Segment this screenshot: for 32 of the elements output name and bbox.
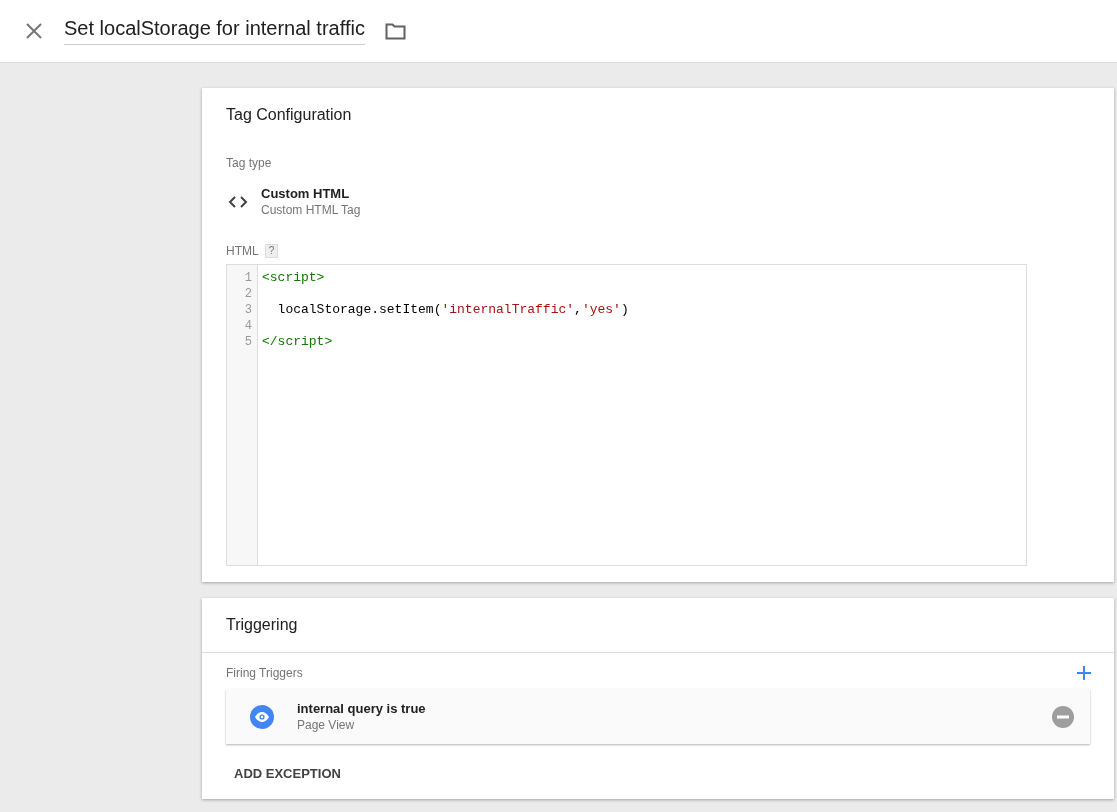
line-number: 2: [243, 286, 253, 302]
line-number: 4: [243, 318, 253, 334]
card-title: Triggering: [225, 615, 299, 634]
close-button[interactable]: [24, 21, 44, 41]
close-icon: [24, 21, 44, 41]
tag-type-description: Custom HTML Tag: [261, 203, 361, 217]
code-editor[interactable]: 1 2 3 4 5 <script> localStorage.setItem('internalTraffic','yes') </script>: [226, 264, 1027, 566]
eye-icon: [250, 704, 274, 729]
html-label: HTML: [226, 244, 259, 258]
trigger-item[interactable]: internal query is true Page View: [226, 689, 1090, 744]
trigger-name: internal query is true: [297, 701, 427, 716]
code-line: localStorage.setItem('internalTraffic','yes'): [276, 302, 629, 318]
help-button[interactable]: ?: [264, 244, 279, 258]
line-number: 1: [243, 270, 253, 286]
plus-icon: [1076, 665, 1092, 681]
add-trigger-button[interactable]: [1076, 665, 1092, 681]
tag-type-label: Tag type: [226, 156, 273, 170]
tag-name-field[interactable]: Set localStorage for internal traffic: [64, 17, 365, 45]
remove-trigger-button[interactable]: [1052, 705, 1074, 728]
folder-button[interactable]: [384, 22, 406, 40]
tag-type-name: Custom HTML: [261, 186, 351, 201]
folder-icon: [384, 22, 406, 40]
code-line: <script>: [262, 270, 326, 286]
code-brackets-icon: [228, 194, 248, 209]
firing-triggers-label: Firing Triggers: [226, 666, 303, 680]
minus-circle-icon: [1052, 705, 1074, 728]
line-number: 3: [243, 302, 253, 318]
code-line: </script>: [262, 334, 334, 350]
card-title: Tag Configuration: [225, 105, 353, 124]
trigger-type: Page View: [297, 718, 356, 732]
line-number: 5: [243, 334, 253, 350]
add-exception-button[interactable]: ADD EXCEPTION: [234, 766, 341, 781]
